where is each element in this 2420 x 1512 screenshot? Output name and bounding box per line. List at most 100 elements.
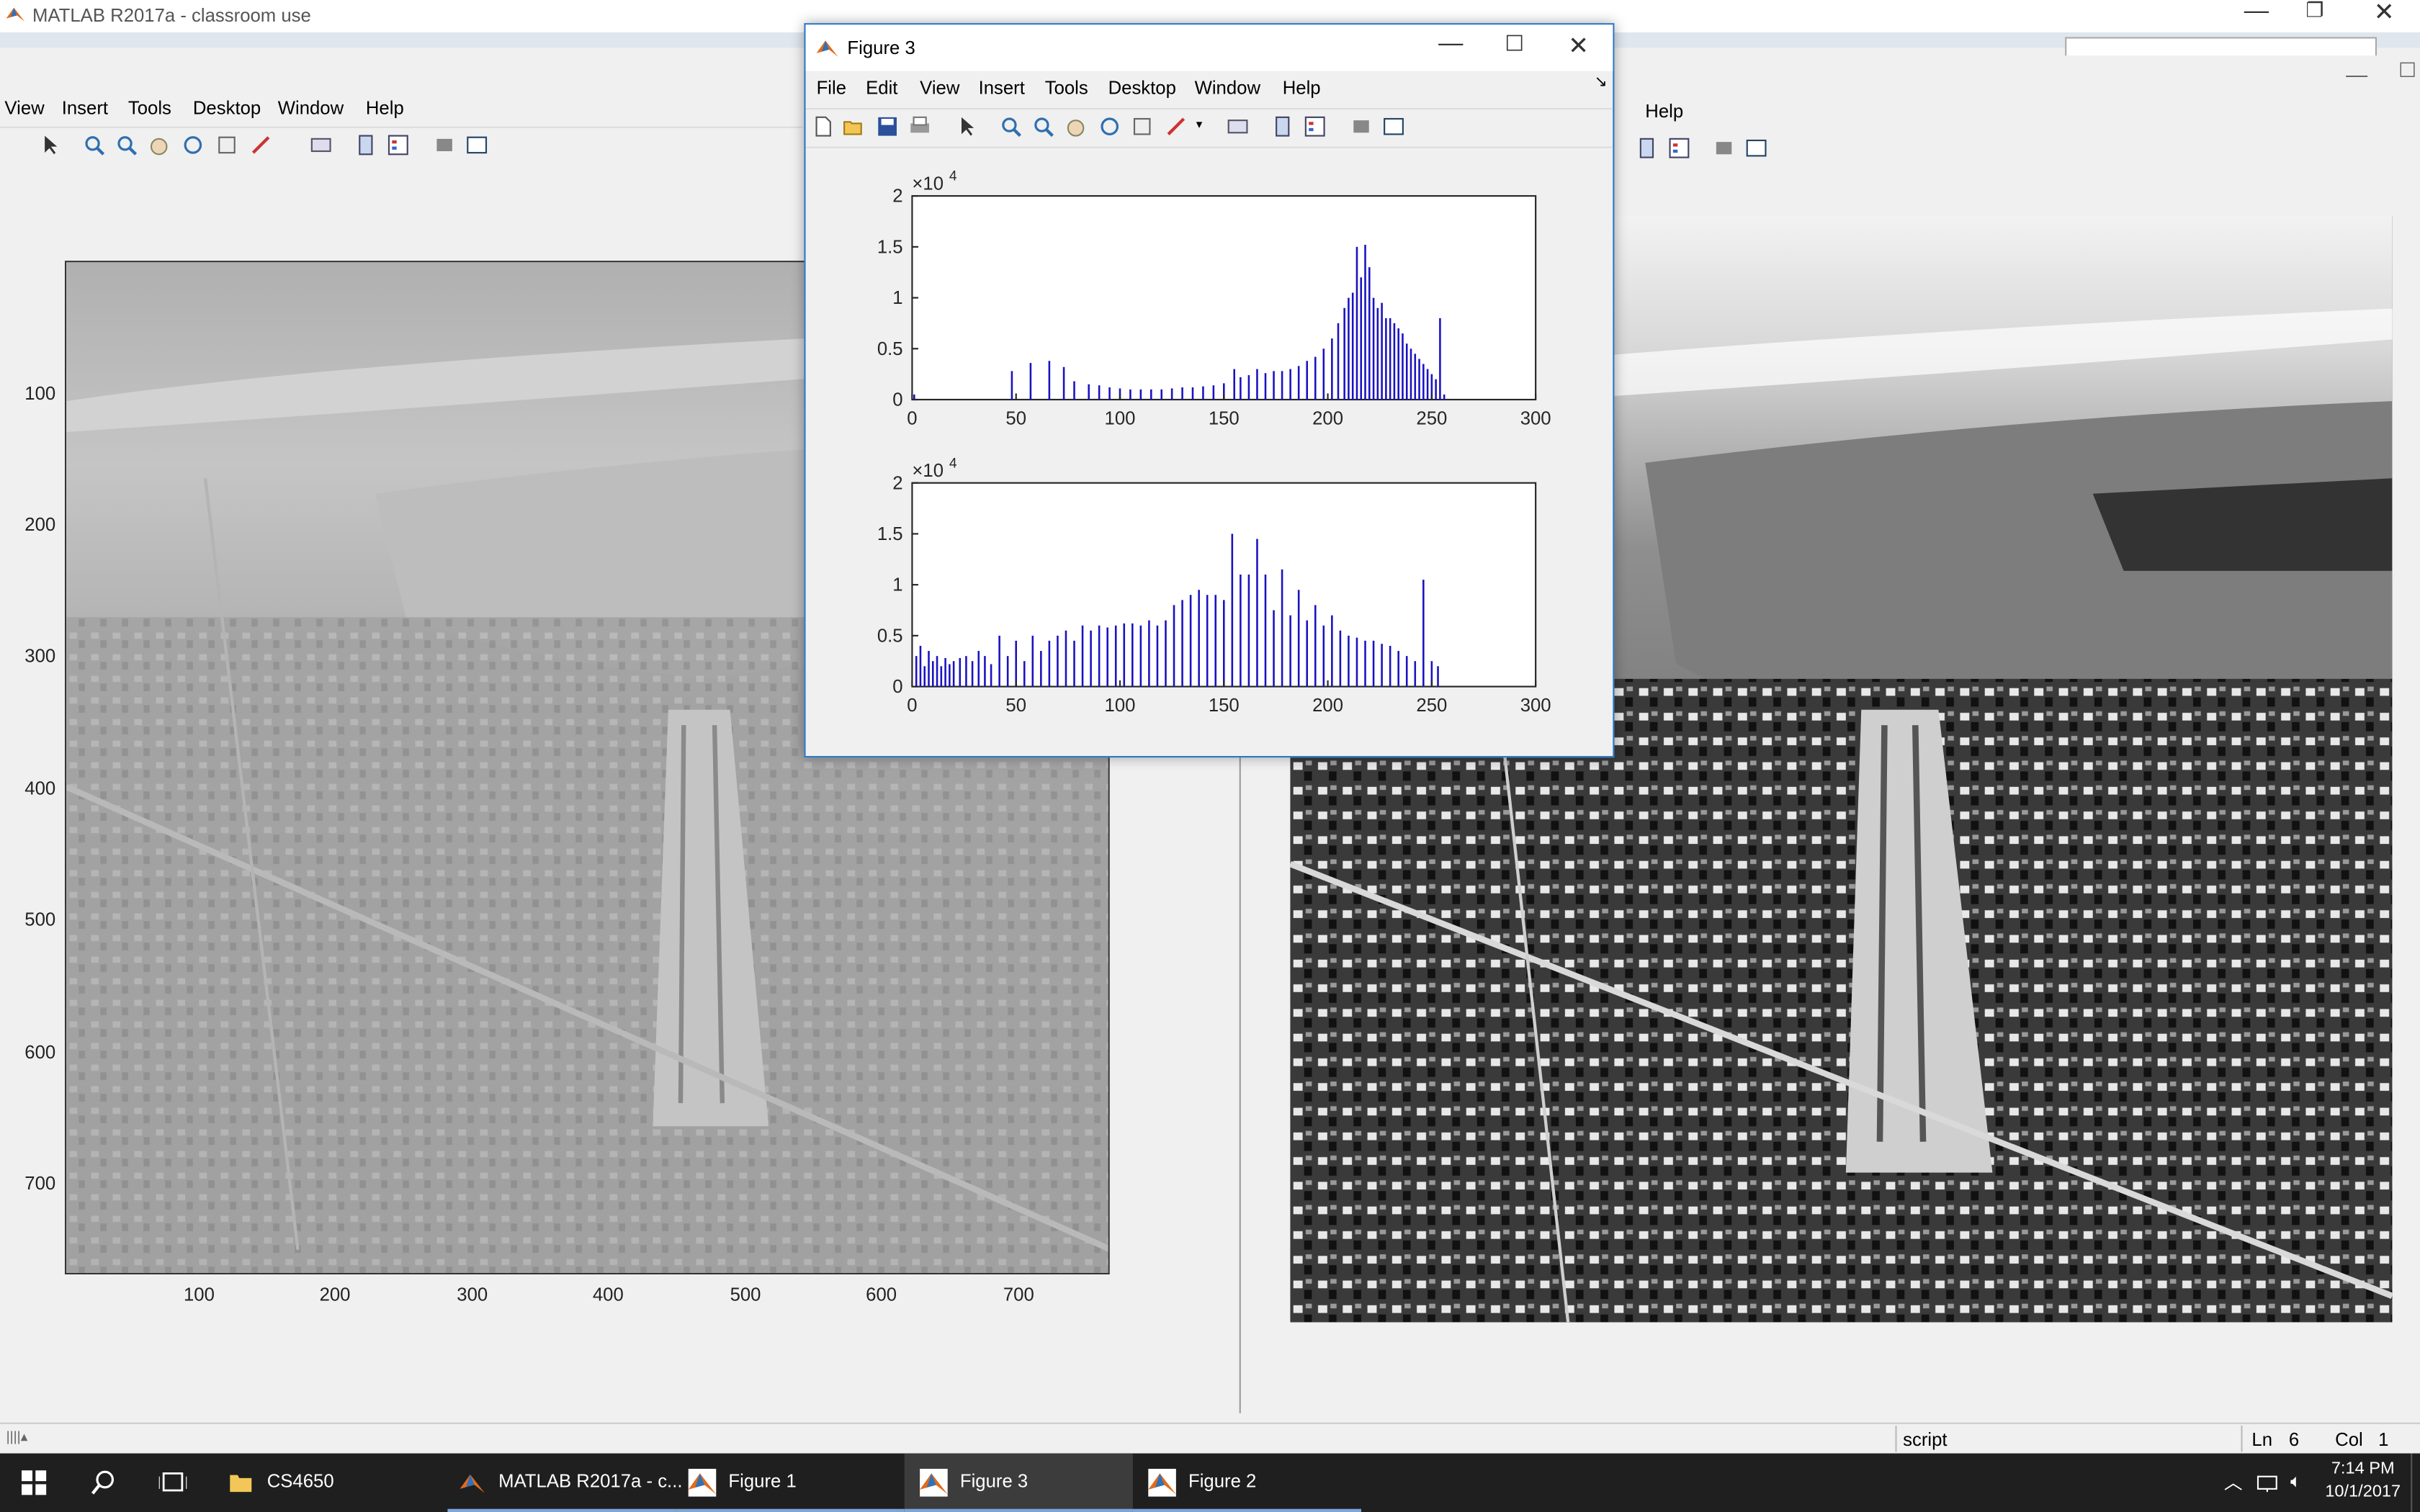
menu-window[interactable]: Window: [278, 97, 344, 119]
new-figure-icon[interactable]: [812, 116, 833, 138]
x-tick-label: 100: [183, 1283, 215, 1305]
zoom-in-icon[interactable]: [1000, 116, 1022, 138]
search-icon[interactable]: [91, 1470, 115, 1500]
main-minimize-button[interactable]: —: [2244, 0, 2269, 26]
data-cursor-icon[interactable]: [216, 134, 238, 156]
link-plot-icon[interactable]: [310, 134, 332, 156]
menu-desktop[interactable]: Desktop: [1108, 77, 1176, 99]
brush-icon[interactable]: [1165, 116, 1187, 138]
menu-tools[interactable]: Tools: [1045, 77, 1088, 99]
legend-icon[interactable]: [387, 134, 409, 156]
data-cursor-icon[interactable]: [1131, 116, 1153, 138]
x-tick-label: 500: [730, 1283, 761, 1305]
menu-help[interactable]: Help: [366, 97, 404, 119]
figure-icon: [1148, 1468, 1176, 1497]
pointer-icon[interactable]: [957, 116, 979, 138]
main-restore-button[interactable]: ❐: [2305, 0, 2323, 23]
menu-insert[interactable]: Insert: [62, 97, 108, 119]
link-plot-icon[interactable]: [1227, 116, 1249, 138]
matlab-logo-icon: [6, 4, 25, 23]
figure3-title: Figure 3: [847, 37, 915, 59]
volume-icon[interactable]: 🔈︎: [2290, 1470, 2301, 1493]
pointer-icon[interactable]: [40, 134, 62, 156]
legend-icon[interactable]: [1304, 116, 1326, 138]
taskbar-item-label: CS4650: [266, 1470, 334, 1493]
x-tick-label: 100: [1105, 696, 1136, 716]
figure3-minimize-button[interactable]: —: [1438, 31, 1463, 59]
colorbar-icon[interactable]: [1636, 138, 1657, 159]
main-close-button[interactable]: ✕: [2374, 0, 2395, 28]
clock-time: 7:14 PM: [2331, 1459, 2395, 1478]
figure3-close-button[interactable]: ✕: [1568, 31, 1589, 62]
x-tick-label: 0: [907, 696, 917, 716]
figure3-window: Figure 3 — ☐ ✕ File Edit View Insert Too…: [804, 23, 1615, 758]
hide-plot-tools-icon[interactable]: [1350, 116, 1372, 138]
y-tick-label: 300: [24, 644, 56, 667]
colorbar-icon[interactable]: [355, 134, 377, 156]
menu-insert[interactable]: Insert: [979, 77, 1025, 99]
y-tick-label: 0: [892, 390, 902, 410]
windows-start-icon[interactable]: [22, 1470, 47, 1500]
show-desktop-button[interactable]: [2411, 1453, 2420, 1512]
menu-window[interactable]: Window: [1195, 77, 1260, 99]
status-script-text: script: [1903, 1428, 1948, 1451]
menu-help[interactable]: Help: [1283, 77, 1321, 99]
hide-plot-tools-icon[interactable]: [1713, 138, 1735, 159]
x-tick-label: 300: [1520, 408, 1551, 428]
figure2-maximize-button[interactable]: ☐: [2398, 58, 2416, 83]
status-file-type: script: [1895, 1425, 2239, 1452]
figure3-maximize-button[interactable]: ☐: [1505, 31, 1524, 57]
x-tick-label: 250: [1416, 696, 1447, 716]
network-icon[interactable]: [2257, 1472, 2278, 1498]
chevron-up-icon[interactable]: ︿: [2224, 1469, 2243, 1495]
zoom-in-icon[interactable]: [84, 134, 105, 156]
menu-desktop[interactable]: Desktop: [193, 97, 261, 119]
figure2-menu-help[interactable]: Help: [1645, 100, 1683, 122]
menu-edit[interactable]: Edit: [866, 77, 897, 99]
taskbar-item[interactable]: Figure 2: [1132, 1454, 1361, 1512]
zoom-out-icon[interactable]: [116, 134, 138, 156]
print-icon[interactable]: [909, 116, 931, 138]
menu-view[interactable]: View: [920, 77, 959, 99]
brush-icon[interactable]: [250, 134, 272, 156]
clock-date: 10/1/2017: [2325, 1482, 2401, 1501]
open-file-icon[interactable]: [843, 116, 864, 138]
colorbar-icon[interactable]: [1272, 116, 1294, 138]
brush-dropdown-icon[interactable]: ▾: [1196, 117, 1203, 131]
y-exponent-power: 4: [949, 456, 957, 471]
menu-tools[interactable]: Tools: [128, 97, 171, 119]
show-plot-tools-icon[interactable]: [1746, 138, 1767, 159]
histogram-charts: 0 50 100 150 200 250 300 0 0.5 1 1.5 2 ×10 4 0 50 100 150…: [877, 169, 1551, 716]
figure3-titlebar: Figure 3 — ☐ ✕: [805, 24, 1613, 71]
figure-icon: [688, 1468, 717, 1497]
zoom-out-icon[interactable]: [1033, 116, 1054, 138]
figure3-menubar: File Edit View Insert Tools Desktop Wind…: [806, 74, 1613, 102]
y-tick-label: 0: [892, 677, 902, 697]
figure2-minimize-button[interactable]: —: [2346, 62, 2367, 86]
menu-file[interactable]: File: [817, 77, 846, 99]
pan-icon[interactable]: [148, 134, 170, 156]
save-icon[interactable]: [877, 116, 898, 138]
x-tick-label: 150: [1209, 408, 1240, 428]
show-plot-tools-icon[interactable]: [1383, 116, 1404, 138]
hide-plot-tools-icon[interactable]: [434, 134, 455, 156]
taskbar-item[interactable]: Figure 1: [676, 1454, 905, 1512]
legend-icon[interactable]: [1668, 138, 1690, 159]
task-view-icon[interactable]: [158, 1470, 188, 1500]
taskbar-item-label: Figure 2: [1188, 1470, 1257, 1493]
pan-icon[interactable]: [1065, 116, 1087, 138]
status-col-label: Col: [2335, 1428, 2363, 1451]
taskbar-item[interactable]: MATLAB R2017a - c...: [447, 1454, 682, 1512]
matlab-logo-icon: [816, 37, 838, 58]
x-tick-label: 200: [1312, 696, 1343, 716]
active-indicator: [904, 1508, 1133, 1512]
taskbar-item-label: Figure 3: [959, 1470, 1028, 1493]
dock-arrow-icon[interactable]: ↘: [1595, 74, 1608, 91]
rotate-icon[interactable]: [1099, 116, 1121, 138]
taskbar-item-active[interactable]: Figure 3: [904, 1453, 1133, 1512]
clock[interactable]: 7:14 PM 10/1/2017: [2324, 1458, 2401, 1504]
rotate-icon[interactable]: [182, 134, 204, 156]
show-plot-tools-icon[interactable]: [466, 134, 488, 156]
menu-view[interactable]: View: [4, 97, 44, 119]
taskbar-item[interactable]: CS4650: [216, 1454, 447, 1512]
